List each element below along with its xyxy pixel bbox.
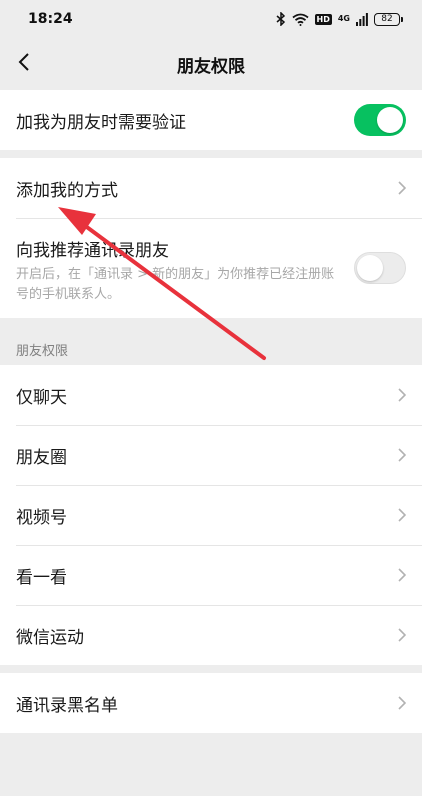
recommend-text: 向我推荐通讯录朋友 开启后，在「通讯录 > 新的朋友」为你推荐已经注册账号的手机… [16,236,354,305]
permission-item-werun[interactable]: 微信运动 [0,605,422,665]
permission-item-label: 视频号 [16,507,67,528]
nav-bar: 朋友权限 [0,38,422,90]
permission-item-label: 仅聊天 [16,387,67,408]
recommend-description: 开启后，在「通讯录 > 新的朋友」为你推荐已经注册账号的手机联系人。 [16,267,335,302]
status-bar: 18:24 HD 4G 82 [0,0,422,38]
bluetooth-icon [276,12,286,26]
add-methods-row[interactable]: 添加我的方式 [0,158,422,218]
add-methods-group: 添加我的方式 向我推荐通讯录朋友 开启后，在「通讯录 > 新的朋友」为你推荐已经… [0,158,422,318]
verify-toggle[interactable] [354,104,406,136]
blacklist-label: 通讯录黑名单 [16,695,118,716]
chevron-right-icon [394,180,406,196]
chevron-right-icon [394,507,406,523]
recommend-label: 向我推荐通讯录朋友 [16,241,169,261]
chevron-right-icon [394,387,406,403]
permission-item-label: 微信运动 [16,627,84,648]
add-methods-label: 添加我的方式 [16,180,118,201]
permission-item-label: 朋友圈 [16,447,67,468]
blacklist-row[interactable]: 通讯录黑名单 [0,673,422,733]
permission-item-top-stories[interactable]: 看一看 [0,545,422,605]
permission-item-label: 看一看 [16,567,67,588]
verify-group: 加我为朋友时需要验证 [0,90,422,150]
status-icons: HD 4G 82 [276,12,403,26]
status-time: 18:24 [28,11,73,27]
toggle-knob [377,107,403,133]
verify-label: 加我为朋友时需要验证 [16,112,186,133]
permission-item-moments[interactable]: 朋友圈 [0,425,422,485]
chevron-right-icon [394,447,406,463]
chevron-right-icon [394,567,406,583]
chevron-right-icon [394,627,406,643]
page-title: 朋友权限 [177,56,245,77]
recommend-row: 向我推荐通讯录朋友 开启后，在「通讯录 > 新的朋友」为你推荐已经注册账号的手机… [0,218,422,318]
permission-item-channels[interactable]: 视频号 [0,485,422,545]
toggle-knob [357,255,383,281]
back-chevron-icon [18,52,30,76]
back-button[interactable] [10,50,38,78]
battery-indicator: 82 [374,12,403,26]
hd-badge: HD [314,13,332,25]
network-type: 4G [337,14,350,23]
permissions-group: 仅聊天 朋友圈 视频号 看一看 微信运动 [0,365,422,665]
chevron-right-icon [394,695,406,711]
recommend-toggle[interactable] [354,252,406,284]
wifi-icon [291,13,309,26]
permission-item-chat-only[interactable]: 仅聊天 [0,365,422,425]
permissions-section-header: 朋友权限 [16,344,69,359]
verify-row: 加我为朋友时需要验证 [0,90,422,150]
blacklist-group: 通讯录黑名单 [0,673,422,733]
signal-icon [356,12,368,26]
